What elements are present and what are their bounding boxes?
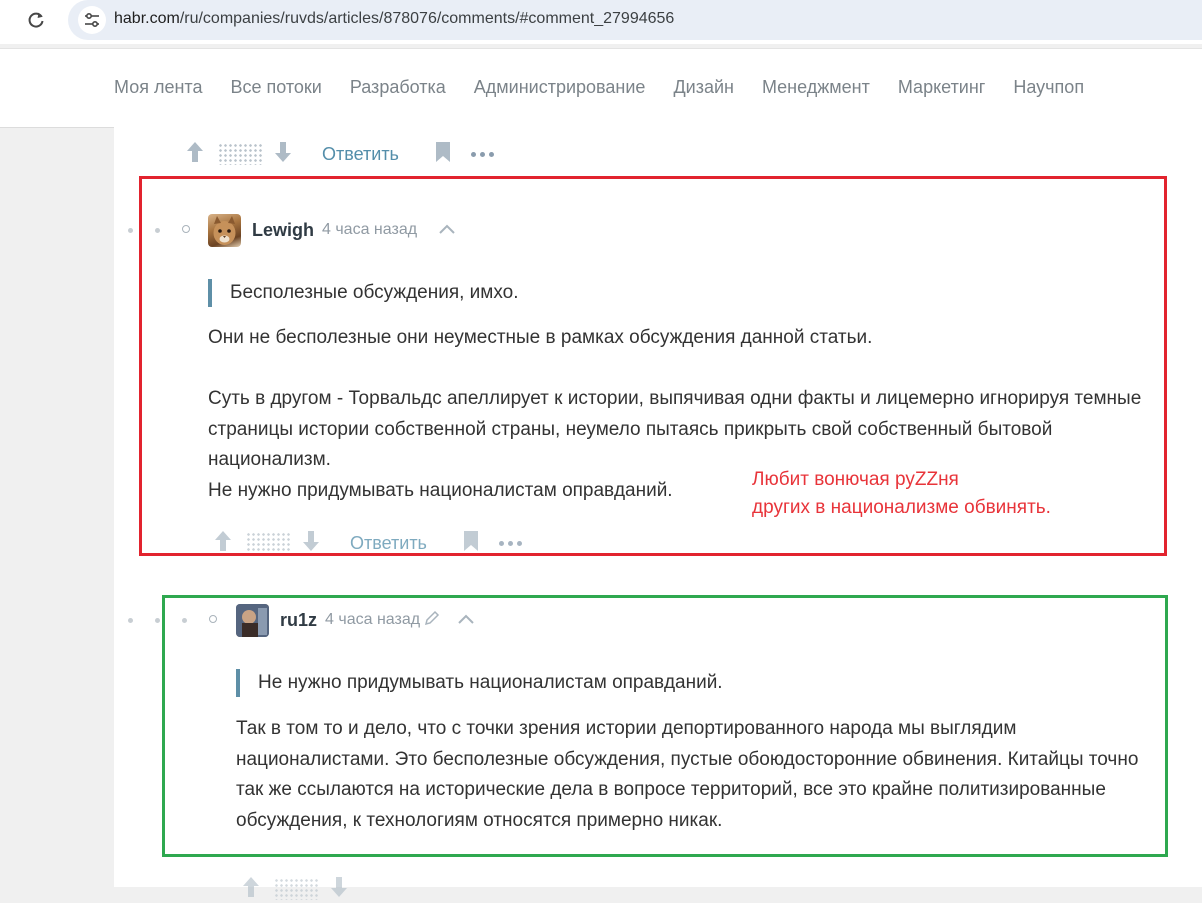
nav-item-my-feed[interactable]: Моя лента [114, 77, 202, 98]
rating-hidden [218, 143, 262, 165]
comment-quote: Не нужно придумывать националистам оправ… [236, 669, 723, 697]
comment-quote: Бесполезные обсуждения, имхо. [208, 279, 519, 307]
comment-paragraph: Они не бесполезные они неуместные в рамк… [208, 327, 873, 348]
comment-actions [242, 875, 348, 903]
avatar[interactable] [236, 603, 269, 637]
site-settings-icon[interactable] [78, 6, 106, 34]
rating-hidden [246, 532, 290, 553]
habr-nav: Моя лента Все потоки Разработка Админист… [0, 48, 1202, 128]
comment-actions: Ответить [186, 140, 494, 168]
avatar[interactable] [208, 213, 241, 247]
thread-dot [182, 618, 187, 623]
downvote-icon[interactable] [302, 530, 320, 554]
browser-toolbar: habr.com/ru/companies/ruvds/articles/878… [0, 0, 1202, 44]
comment-paragraph: Так в том то и дело, что с точки зрения … [236, 718, 1139, 831]
nav-item-marketing[interactable]: Маркетинг [898, 77, 986, 98]
chevron-up-icon[interactable] [439, 221, 455, 239]
thread-dot [128, 618, 133, 623]
downvote-icon[interactable] [330, 876, 348, 903]
upvote-icon[interactable] [186, 141, 204, 168]
thread-ring [209, 615, 217, 623]
comment-author[interactable]: Lewigh [252, 220, 314, 241]
comment-time[interactable]: 4 часа назад [325, 611, 420, 629]
url-text[interactable]: habr.com/ru/companies/ruvds/articles/878… [114, 10, 674, 28]
comment-author[interactable]: ru1z [280, 610, 317, 631]
reply-button[interactable]: Ответить [322, 144, 399, 165]
downvote-icon[interactable] [274, 141, 292, 168]
comment-header: Lewigh 4 часа назад [208, 213, 455, 247]
nav-item-management[interactable]: Менеджмент [762, 77, 870, 98]
comment-time[interactable]: 4 часа назад [322, 221, 417, 239]
address-bar[interactable]: habr.com/ru/companies/ruvds/articles/878… [68, 0, 1202, 40]
upvote-icon[interactable] [242, 876, 260, 903]
nav-item-development[interactable]: Разработка [350, 77, 446, 98]
comment-paragraph: Не нужно придумывать националистам оправ… [208, 480, 673, 501]
comment-paragraph: Суть в другом - Торвальдс апеллирует к и… [208, 388, 1142, 470]
nav-item-design[interactable]: Дизайн [673, 77, 734, 98]
pencil-icon [424, 610, 440, 631]
bookmark-icon[interactable] [435, 141, 451, 168]
thread-dot [128, 228, 133, 233]
annotation-text: Любит вонючая руZZня других в национализ… [752, 466, 1051, 522]
thread-ring [182, 225, 190, 233]
annotation-line: Любит вонючая руZZня [752, 469, 959, 490]
thread-dot [155, 618, 160, 623]
rating-hidden [274, 878, 318, 900]
more-icon[interactable] [498, 540, 522, 546]
url-path: /ru/companies/ruvds/articles/878076/comm… [179, 10, 675, 27]
more-icon[interactable] [470, 151, 494, 157]
upvote-icon[interactable] [214, 530, 232, 554]
nav-item-all-flows[interactable]: Все потоки [230, 77, 321, 98]
reload-icon[interactable] [24, 8, 48, 32]
nav-item-popsci[interactable]: Научпоп [1013, 77, 1084, 98]
annotation-line: других в национализме обвинять. [752, 497, 1051, 518]
bookmark-icon[interactable] [463, 530, 479, 554]
thread-dot [155, 228, 160, 233]
reply-button[interactable]: Ответить [350, 533, 427, 554]
url-host: habr.com [114, 10, 180, 27]
comment-actions: Ответить [214, 529, 522, 554]
nav-item-administration[interactable]: Администрирование [474, 77, 646, 98]
chevron-up-icon[interactable] [458, 611, 474, 629]
comment-header: ru1z 4 часа назад [236, 603, 474, 637]
